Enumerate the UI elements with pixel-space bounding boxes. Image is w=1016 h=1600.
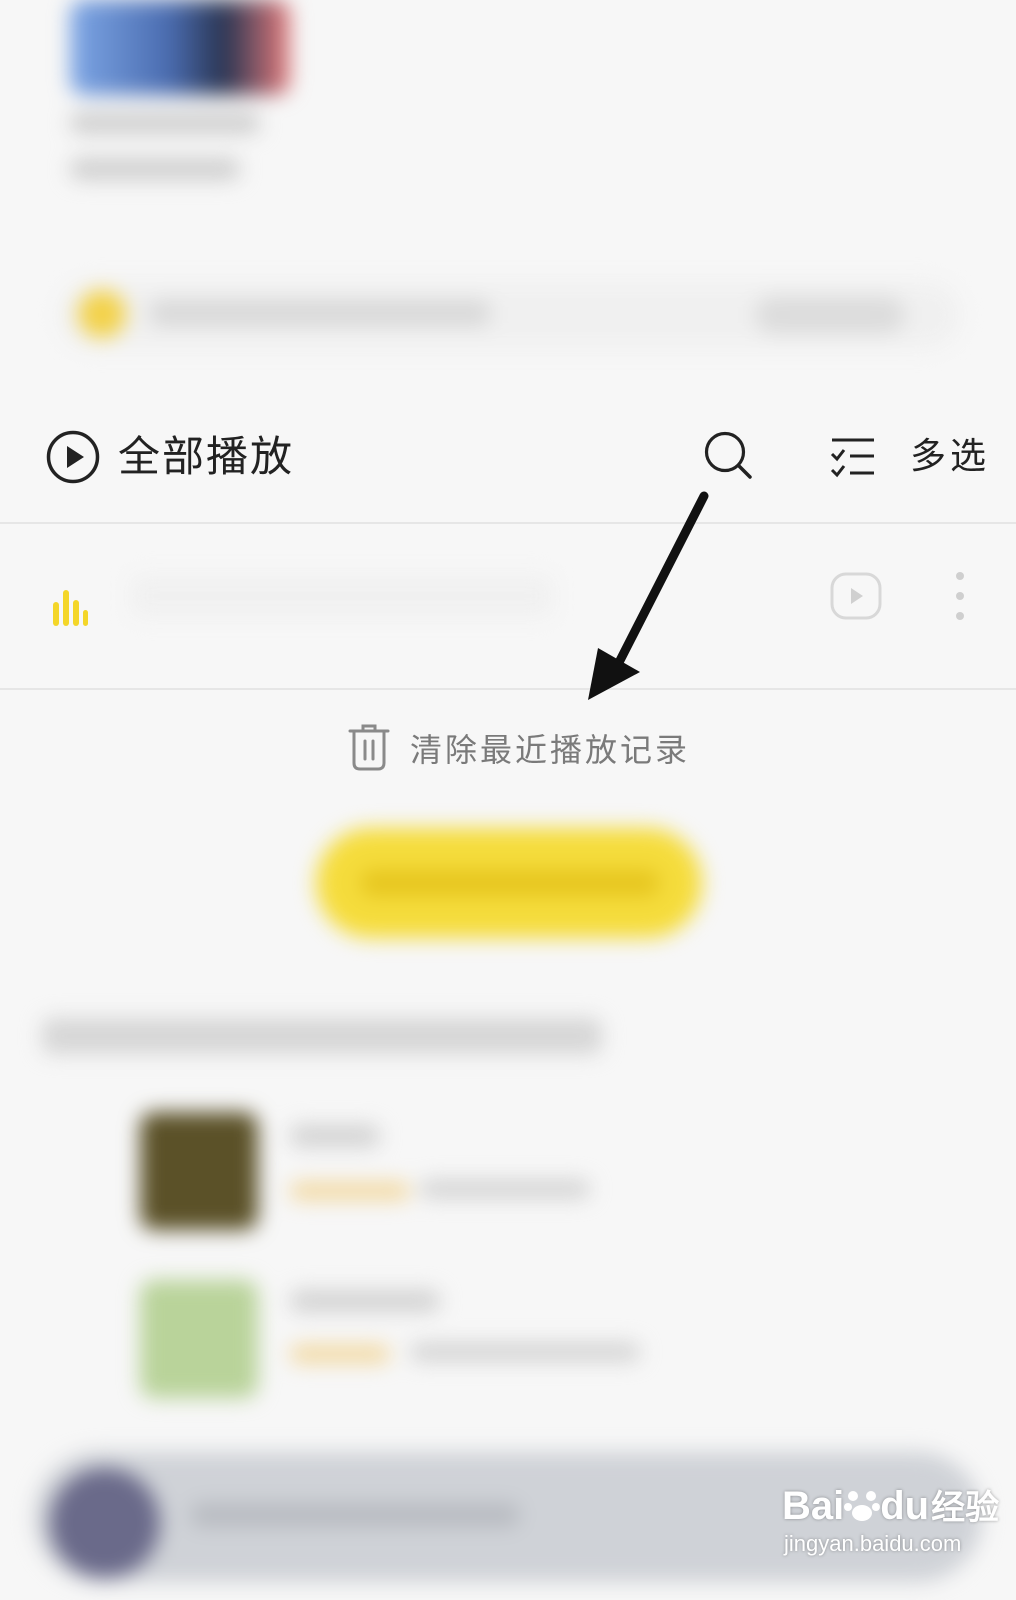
play-all-button[interactable]: 全部播放	[118, 430, 294, 484]
watermark-brand-text: Bai	[782, 1484, 845, 1528]
recommend-item-meta	[410, 1343, 640, 1361]
paw-icon	[844, 1487, 881, 1523]
annotation-arrow-icon	[580, 488, 720, 708]
play-circle-icon[interactable]	[46, 430, 100, 484]
promo-banner-text	[150, 300, 490, 326]
mini-player-cover[interactable]	[50, 1468, 160, 1578]
login-sync-button-text	[360, 870, 660, 896]
playlist-cover-image[interactable]	[70, 0, 290, 95]
baidu-jingyan-watermark: Bai du经验 jingyan.baidu.com	[782, 1484, 999, 1558]
playlist-subtitle-placeholder	[70, 158, 240, 180]
multi-select-button[interactable]: 多选	[910, 432, 990, 482]
search-icon[interactable]	[702, 430, 754, 482]
recommend-item-tag	[290, 1345, 390, 1363]
recommend-item-cover[interactable]	[140, 1280, 258, 1398]
recommend-section-title	[42, 1018, 602, 1054]
promo-banner-icon	[78, 290, 126, 338]
watermark-url: jingyan.baidu.com	[784, 1531, 962, 1556]
equalizer-icon	[52, 590, 88, 626]
watermark-brand: Bai du经验	[782, 1484, 999, 1530]
song-row-divider	[0, 688, 1016, 690]
playlist-title-placeholder	[70, 112, 260, 134]
recommend-item-title	[290, 1290, 440, 1312]
recommend-item-title	[290, 1125, 380, 1147]
watermark-brand-suffix: du	[880, 1484, 930, 1528]
promo-banner-button[interactable]	[755, 296, 905, 334]
mini-player-song-title	[190, 1503, 520, 1527]
song-title-placeholder[interactable]	[132, 576, 552, 616]
lower-blurred-area	[0, 790, 1016, 1440]
trash-icon[interactable]	[348, 723, 390, 771]
clear-recent-history-button[interactable]: 清除最近播放记录	[410, 728, 690, 772]
top-blurred-area	[0, 0, 1016, 380]
video-play-icon[interactable]	[830, 572, 882, 620]
recommend-item-tag	[290, 1182, 410, 1200]
checklist-icon[interactable]	[830, 436, 876, 480]
watermark-cn-text: 经验	[931, 1489, 1000, 1527]
recommend-item-meta	[420, 1180, 590, 1198]
toolbar-divider	[0, 522, 1016, 524]
recommend-item-cover[interactable]	[140, 1112, 258, 1230]
more-vertical-icon[interactable]	[952, 570, 968, 622]
